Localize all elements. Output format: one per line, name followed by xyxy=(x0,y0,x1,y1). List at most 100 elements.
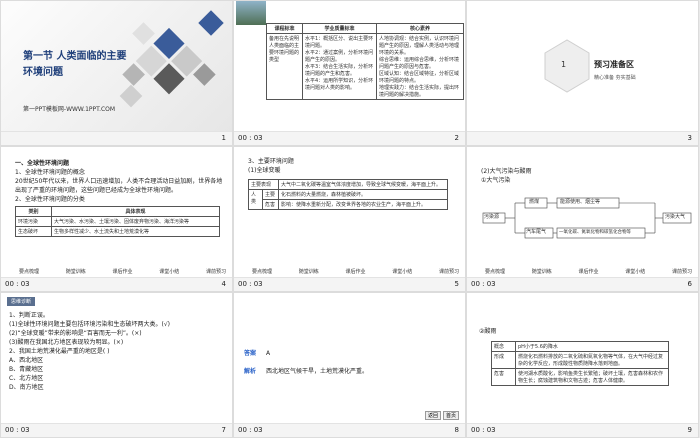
slide-number: 9 xyxy=(687,426,692,434)
slide-thumbnail-5[interactable]: 3、主要环境问题 (1)全球变暖 主要表现 大气中二氧化碳等温室气体浓度增加，导致… xyxy=(233,146,466,292)
slide-status-bar xyxy=(1,277,232,291)
table-cell: 概念 xyxy=(491,341,516,352)
title-line-2: 环境问题 xyxy=(23,67,63,78)
slide-thumbnail-4[interactable]: 一、全球性环境问题 1、全球性环境问题的概念 20世纪50年代以来，世界人口迅速… xyxy=(0,146,233,292)
table-header: 课程标准 xyxy=(266,23,303,34)
slide-thumbnail-6[interactable]: (2)大气污染与酸雨 ①大气污染 污染源 燃煤 能源使用、烟尘等 汽车尾气 一氧… xyxy=(466,146,699,292)
section-heading: 预习准备区 xyxy=(594,60,634,69)
footer-nav: 要点梳理 随堂训练 课后作业 课堂小结 课前预习 xyxy=(252,268,459,275)
site-label: 第一PPT模板网-WWW.1PPT.COM xyxy=(23,106,116,113)
flow-node: 能源使用、烟尘等 xyxy=(560,199,601,205)
table-cell: 备用在先说明人类面临的主要环境问题的类型 xyxy=(266,33,303,100)
nav-link[interactable]: 课前预习 xyxy=(206,268,226,275)
table-cell: 形成 xyxy=(491,351,516,369)
nav-link[interactable]: 课前预习 xyxy=(672,268,692,275)
nav-link[interactable]: 课后作业 xyxy=(345,268,365,275)
slide-thumbnail-7[interactable]: 思维诊断 1、判断正误。 (1)全球性环境问题主要包括环境污染和生态破坏两大类。… xyxy=(0,292,233,438)
section-heading: 一、全球性环境问题 xyxy=(15,160,70,167)
back-button[interactable]: 返回 xyxy=(424,411,441,420)
nav-link[interactable]: 随堂训练 xyxy=(532,268,552,275)
option: C、北方地区 xyxy=(9,375,44,382)
hexagon-shape xyxy=(544,39,590,93)
slide-status-bar xyxy=(1,423,232,437)
paragraph: 1、全球性环境问题的概念 xyxy=(15,169,85,176)
flow-node: 汽车尾气 xyxy=(526,229,547,235)
option: D、南方地区 xyxy=(9,384,44,391)
option: B、青藏地区 xyxy=(9,366,44,373)
slide-sorter-grid: 第一节 人类面临的主要 环境问题 第一PPT模板网-WWW.1PPT.COM 1… xyxy=(0,0,700,438)
slide-body: 一、全球性环境问题 1、全球性环境问题的概念 20世纪50年代以来，世界人口迅速… xyxy=(15,159,225,237)
nav-link[interactable]: 课堂小结 xyxy=(159,268,179,275)
slide-timing: 00 : 03 xyxy=(238,134,263,142)
slide-timing: 00 : 03 xyxy=(238,426,263,434)
pollution-flow-diagram xyxy=(482,197,692,239)
table-cell: 主要 xyxy=(262,189,279,200)
answer-line: 答案 A xyxy=(244,349,270,358)
section-heading: 3、主要环境问题 xyxy=(248,158,294,165)
statement: (1)全球性环境问题主要包括环境污染和生态破坏两大类。(√) xyxy=(9,321,171,328)
slide-thumbnail-2[interactable]: 课程标准 学业质量标准 核心素养 备用在先说明人类面临的主要环境问题的类型 水平… xyxy=(233,0,466,146)
nav-link[interactable]: 随堂训练 xyxy=(299,268,319,275)
nav-link[interactable]: 课后作业 xyxy=(112,268,132,275)
nav-link[interactable]: 随堂训练 xyxy=(66,268,86,275)
flow-node: 污染源 xyxy=(484,214,500,220)
analysis-label: 解析 xyxy=(244,368,257,375)
slide-number: 1 xyxy=(221,134,226,142)
slide-number: 6 xyxy=(687,280,692,288)
table-cell: 使河湖水质酸化，影响鱼类生长繁殖；破坏土壤，危害森林和农作物生长；腐蚀建筑物和文… xyxy=(515,368,669,386)
slide-status-bar xyxy=(467,423,698,437)
slide-timing: 00 : 03 xyxy=(5,280,30,288)
cell-line: 水平1：概括区分、说出主要环境问题。 xyxy=(305,36,374,49)
nav-link[interactable]: 课堂小结 xyxy=(625,268,645,275)
statement: (3)酸雨在我国北方地区表现较为明显。(×) xyxy=(9,339,124,346)
answer-value: A xyxy=(265,350,271,357)
analysis-text: 西北地区气候干旱，土地荒漠化严重。 xyxy=(265,368,368,375)
option: A、西北地区 xyxy=(9,357,44,364)
question: 2、我国土地荒漠化最严重的地区是( ) xyxy=(9,348,110,355)
cell-prefix: 影响 xyxy=(281,202,292,208)
cell-line: 地理实践力：结合生活实际，提出环境问题的解决措施。 xyxy=(379,85,460,98)
table-cell: 生物多样性减少、水土流失和土地荒漠化等 xyxy=(51,226,220,237)
table-cell: 大气污染、水污染、土壤污染、固体废弃物污染、海洋污染等 xyxy=(51,216,220,227)
slide-status-bar xyxy=(234,131,465,145)
course-standards-table: 课程标准 学业质量标准 核心素养 备用在先说明人类面临的主要环境问题的类型 水平… xyxy=(266,23,464,100)
nav-link[interactable]: 课前预习 xyxy=(439,268,459,275)
waterfall-image xyxy=(236,1,266,25)
nav-link[interactable]: 要点梳理 xyxy=(19,268,39,275)
cell-line: 人地协调观：结合实例，认识环境问题产生的原因，理解人类活动与地理环境的关系。 xyxy=(379,36,460,56)
table-cell: 人类 xyxy=(248,189,263,210)
flow-node: 一氧化碳、氮氧化物和碳氢化合物等 xyxy=(559,230,631,235)
home-button[interactable]: 首页 xyxy=(442,411,459,420)
slide-status-bar xyxy=(467,277,698,291)
slide-status-bar xyxy=(1,131,232,145)
nav-link[interactable]: 课后作业 xyxy=(578,268,598,275)
section-subheading: 精心准备 夯实基础 xyxy=(594,75,636,81)
answer-label: 答案 xyxy=(244,350,257,357)
table-cell: 危害 xyxy=(491,368,516,386)
cell-text: 使降水重新分配，改变世界各地的农业生产，海平面上升。 xyxy=(296,202,427,208)
slide-number: 8 xyxy=(454,426,459,434)
title-line-1: 第一节 人类面临的主要 xyxy=(23,51,127,62)
table-cell: 影响：使降水重新分配，改变世界各地的农业生产，海平面上升。 xyxy=(278,199,448,210)
cell-line: 水平4：运用所学知识，分析环境问题对人类的影响。 xyxy=(305,78,374,91)
nav-link[interactable]: 要点梳理 xyxy=(485,268,505,275)
slide-number: 5 xyxy=(454,280,459,288)
slide-thumbnail-1[interactable]: 第一节 人类面临的主要 环境问题 第一PPT模板网-WWW.1PPT.COM 1 xyxy=(0,0,233,146)
slide-thumbnail-8[interactable]: 答案 A 解析 西北地区气候干旱，土地荒漠化严重。 返回 首页 00 : 03 … xyxy=(233,292,466,438)
nav-link[interactable]: 课堂小结 xyxy=(392,268,412,275)
table-cell: 主要表现 xyxy=(248,179,279,190)
slide-status-bar xyxy=(234,277,465,291)
table-cell: 燃烧化石燃料排放的二氧化硫和氮氧化物等气体，在大气中经过复杂的化学反应，形成酸性… xyxy=(515,351,669,369)
slide-timing: 00 : 03 xyxy=(238,280,263,288)
slide-number: 7 xyxy=(221,426,226,434)
footer-nav: 要点梳理 随堂训练 课后作业 课堂小结 课前预习 xyxy=(19,268,226,275)
table-header: 核心素养 xyxy=(376,23,464,34)
slide-number: 3 xyxy=(687,134,692,142)
slide-thumbnail-9[interactable]: ②酸雨 概念 pH小于5.6的降水 形成 燃烧化石燃料排放的二氧化硫和氮氧化物等气体… xyxy=(466,292,699,438)
table-header: 类别 xyxy=(15,206,52,217)
table-cell: 水平1：概括区分、说出主要环境问题。 水平2：通过案例，分析环境问题产生的原因。… xyxy=(302,33,377,100)
flow-node: 燃煤 xyxy=(529,199,540,205)
nav-link[interactable]: 要点梳理 xyxy=(252,268,272,275)
slide-thumbnail-3[interactable]: 1 预习准备区 精心准备 夯实基础 3 xyxy=(466,0,699,146)
statement: (2)“全球变暖”带来的影响是“百害而无一利”。(×) xyxy=(9,330,142,337)
